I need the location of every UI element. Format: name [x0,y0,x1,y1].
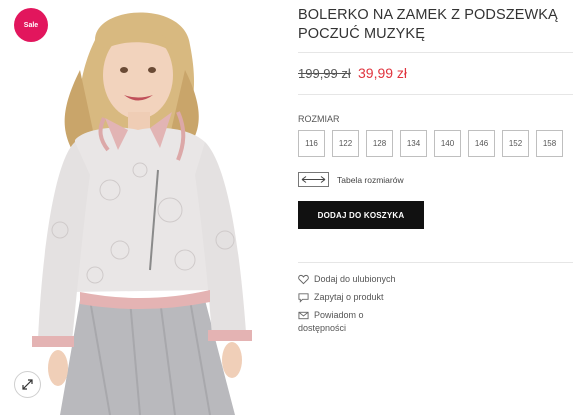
product-gallery: Sale [0,0,283,415]
heart-icon [298,274,309,285]
notify-label-continued: dostępności [298,323,347,333]
size-option[interactable]: 122 [332,130,359,157]
size-option[interactable]: 128 [366,130,393,157]
product-title: BOLERKO NA ZAMEK Z PODSZEWKĄ POCZUĆ MUZY… [298,7,558,42]
ask-about-product-link[interactable]: Zapytaj o produkt [298,291,384,304]
sale-price: 39,99 zł [358,65,408,81]
size-selector: 116 122 128 134 140 146 152 158 [298,130,563,157]
size-table-link[interactable]: Tabela rozmiarów [298,172,404,187]
size-label: ROZMIAR [298,114,340,124]
envelope-icon [298,311,309,320]
zoom-button[interactable] [14,371,41,398]
notify-label: Powiadom o [314,310,364,320]
size-option[interactable]: 152 [502,130,529,157]
size-option[interactable]: 158 [536,130,563,157]
ask-label: Zapytaj o produkt [314,292,384,302]
add-to-cart-button[interactable]: DODAJ DO KOSZYKA [298,201,424,229]
notify-label-line2: dostępności [298,322,346,335]
divider [298,52,573,53]
divider [298,262,573,263]
ruler-icon [298,172,329,187]
add-to-wishlist-link[interactable]: Dodaj do ulubionych [298,273,396,286]
size-option[interactable]: 146 [468,130,495,157]
size-option[interactable]: 134 [400,130,427,157]
chat-bubble-icon [298,293,309,303]
size-table-label: Tabela rozmiarów [337,174,404,185]
old-price: 199,99 zł [298,66,351,81]
wishlist-label: Dodaj do ulubionych [314,274,396,284]
product-image[interactable] [0,0,283,415]
size-option[interactable]: 116 [298,130,325,157]
sale-badge: Sale [14,8,48,42]
notify-availability-link[interactable]: Powiadom o [298,309,364,322]
divider [298,94,573,95]
expand-arrows-icon [22,379,33,390]
size-option[interactable]: 140 [434,130,461,157]
